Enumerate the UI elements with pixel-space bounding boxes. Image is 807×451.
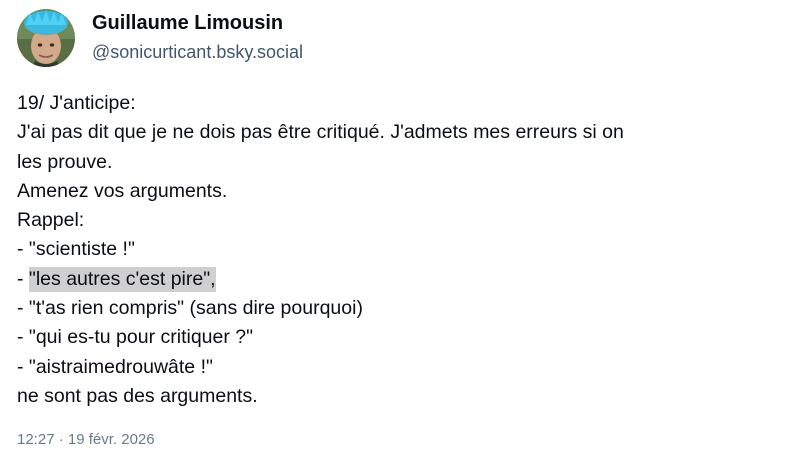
post-line: - "scientiste !" [17,238,135,261]
avatar-photo-icon [17,9,75,67]
post-text: 19/ J'anticipe: J'ai pas dit que je ne d… [17,89,797,411]
post-timestamp[interactable]: 12:27 · 19 févr. 2026 [17,430,155,450]
author-avatar[interactable] [17,9,75,67]
post-line: J'ai pas dit que je ne dois pas être cri… [17,121,624,144]
post-line: Amenez vos arguments. [17,179,228,202]
list-prefix: - [17,267,29,290]
author-handle[interactable]: @sonicurticant.bsky.social [92,41,303,63]
post-line: les prouve. [17,150,113,173]
post-line: - "t'as rien compris" (sans dire pourquo… [17,297,363,320]
post-line: 19/ J'anticipe: [17,92,136,114]
post-line: ne sont pas des arguments. [17,384,258,407]
author-display-name[interactable]: Guillaume Limousin [92,11,283,35]
highlighted-text: "les autres c'est pire", [28,266,216,292]
post-line-highlighted: - "les autres c'est pire", [17,265,797,294]
post-line: Rappel: [17,209,85,232]
post-thread-item: Guillaume Limousin @sonicurticant.bsky.s… [0,0,807,451]
post-line: - "qui es-tu pour critiquer ?" [17,326,254,349]
post-line: - "aistraimedrouwâte !" [17,355,213,378]
